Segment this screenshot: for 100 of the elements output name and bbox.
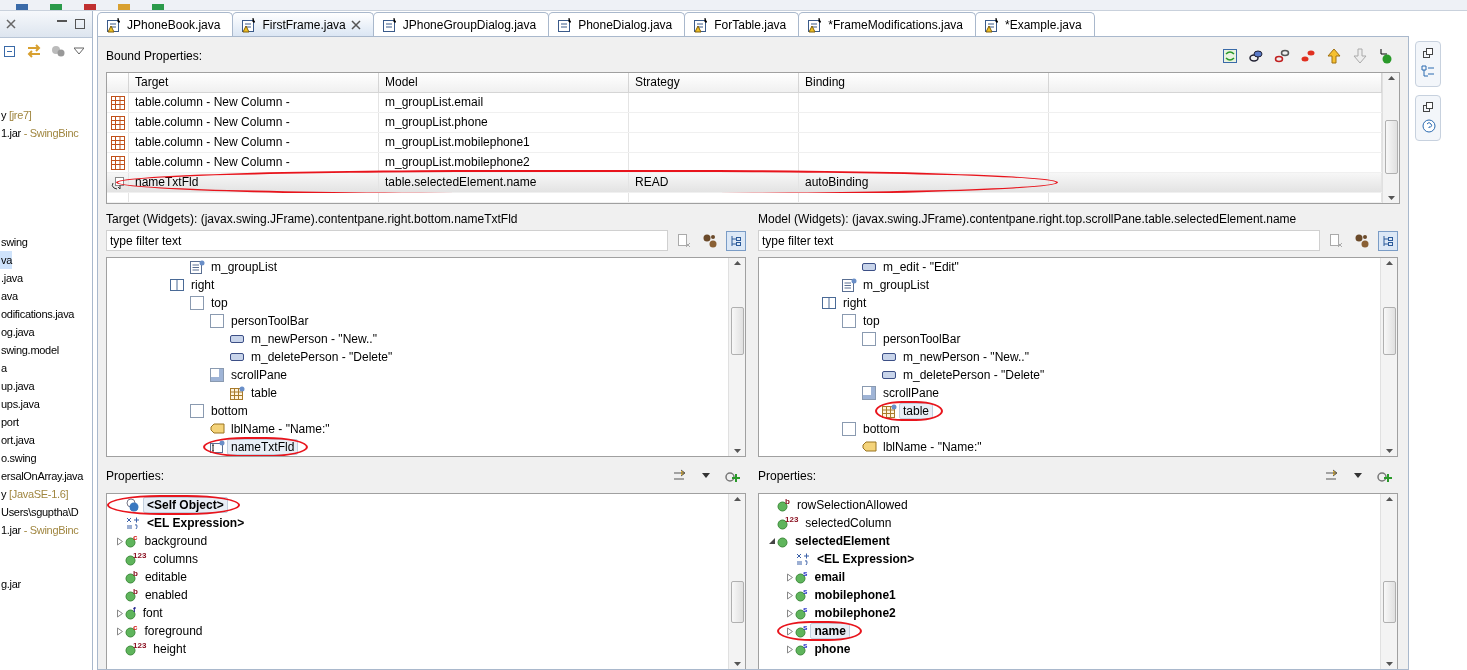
scrollbar[interactable] xyxy=(1380,494,1397,669)
link-arrows-icon[interactable] xyxy=(26,43,42,59)
tree-item[interactable]: 1.jar - SwingBinc xyxy=(0,124,79,142)
table-row[interactable]: table.column - New Column - m_groupList.mobilephone2 xyxy=(107,153,1382,173)
tree-node[interactable]: bottom xyxy=(207,403,252,419)
tree-node[interactable]: table xyxy=(247,385,282,401)
scroll-thumb[interactable] xyxy=(1384,120,1398,174)
table-row[interactable]: table.column - New Column - m_groupList.mobilephone1 xyxy=(107,133,1382,153)
filter-field[interactable]: type filter text xyxy=(106,230,668,251)
help-icon[interactable] xyxy=(1420,118,1436,134)
property-item[interactable]: <EL Expression> xyxy=(813,551,919,567)
tree-node[interactable]: scrollPane xyxy=(879,385,944,401)
tree-node[interactable]: right xyxy=(839,295,871,311)
tree-node[interactable]: right xyxy=(187,277,219,293)
collapse-all-icon[interactable] xyxy=(4,44,18,58)
scroll-thumb[interactable] xyxy=(1382,307,1396,355)
tree-item[interactable]: .java xyxy=(0,269,23,287)
property-item[interactable]: <Self Object> xyxy=(143,497,228,513)
tree-node[interactable]: m_newPerson - "New.." xyxy=(247,331,381,347)
column-header[interactable]: Binding xyxy=(799,73,1049,92)
property-item[interactable]: mobilephone1 xyxy=(810,587,900,603)
property-item[interactable]: mobilephone2 xyxy=(810,605,900,621)
table-row[interactable]: table.column - New Column - m_groupList.phone xyxy=(107,113,1382,133)
tree-item[interactable]: g.jar xyxy=(0,575,21,593)
property-item[interactable]: background xyxy=(140,533,212,549)
tree-item[interactable]: va xyxy=(0,251,13,269)
expand-arrow-icon[interactable] xyxy=(116,536,124,546)
tree-item[interactable]: port xyxy=(0,413,19,431)
outline-icon[interactable] xyxy=(1420,64,1436,80)
tree-item[interactable]: odifications.java xyxy=(0,305,75,323)
editor-tab[interactable]: *FrameModifications.java xyxy=(798,12,976,36)
tree-node[interactable]: lblName - "Name:" xyxy=(227,421,334,437)
tree-node[interactable]: m_edit - "Edit" xyxy=(879,259,963,275)
property-item[interactable]: columns xyxy=(149,551,203,567)
tree-item[interactable]: 1.jar - SwingBinc xyxy=(0,521,79,539)
scroll-down-icon[interactable] xyxy=(733,449,741,453)
table-row[interactable]: nameTxtFld table.selectedElement.name READ autoBinding xyxy=(107,173,1382,193)
tree-item[interactable]: y [jre7] xyxy=(0,106,32,124)
property-item[interactable]: <EL Expression> xyxy=(143,515,249,531)
tree-item[interactable]: og.java xyxy=(0,323,35,341)
tree-item[interactable]: ersalOnArray.java xyxy=(0,467,84,485)
tree-item[interactable]: ava xyxy=(0,287,18,305)
tree-view-button[interactable] xyxy=(726,230,746,251)
property-item[interactable]: selectedElement xyxy=(791,533,894,549)
scroll-up-icon[interactable] xyxy=(733,261,741,265)
scroll-up-icon[interactable] xyxy=(1385,261,1393,265)
scroll-down-icon[interactable] xyxy=(1385,449,1393,453)
tree-item[interactable]: up.java xyxy=(0,377,35,395)
gears-icon[interactable] xyxy=(50,43,66,59)
maximize-icon[interactable] xyxy=(74,18,86,30)
tree-node[interactable]: m_deletePerson - "Delete" xyxy=(247,349,397,365)
property-item[interactable]: email xyxy=(810,569,850,585)
tree-node[interactable]: m_deletePerson - "Delete" xyxy=(899,367,1049,383)
restore-icon[interactable] xyxy=(1423,48,1433,58)
view-menu-icon[interactable] xyxy=(74,47,84,55)
tree-node[interactable]: lblName - "Name:" xyxy=(879,439,986,455)
tree-node[interactable]: m_groupList xyxy=(207,259,282,275)
tree-node[interactable]: nameTxtFld xyxy=(227,439,299,455)
close-icon[interactable] xyxy=(350,19,361,30)
scroll-up-icon[interactable] xyxy=(733,497,741,501)
restore-icon[interactable] xyxy=(1423,102,1433,112)
close-icon[interactable] xyxy=(6,19,16,29)
tree-node[interactable]: personToolBar xyxy=(879,331,965,347)
editor-tab[interactable]: ForTable.java xyxy=(684,12,800,36)
scroll-down-icon[interactable] xyxy=(1385,662,1393,666)
refresh-button[interactable] xyxy=(1220,46,1240,66)
table-row[interactable]: table.column - New Column - m_groupList.email xyxy=(107,93,1382,113)
scrollbar[interactable] xyxy=(1382,73,1399,203)
scroll-down-icon[interactable] xyxy=(733,662,741,666)
editor-tab[interactable]: *Example.java xyxy=(975,12,1095,36)
scrollbar[interactable] xyxy=(1380,258,1397,456)
tree-item[interactable]: ups.java xyxy=(0,395,40,413)
property-item[interactable]: phone xyxy=(810,641,855,657)
column-header[interactable]: Strategy xyxy=(629,73,799,92)
scroll-thumb[interactable] xyxy=(730,581,744,623)
tree-item[interactable]: Users\sguptha\D xyxy=(0,503,79,521)
column-header[interactable]: Target xyxy=(129,73,379,92)
tree-node[interactable]: top xyxy=(859,313,884,329)
property-item[interactable]: selectedColumn xyxy=(801,515,896,531)
tree-view-button[interactable] xyxy=(1378,230,1398,251)
scroll-up-icon[interactable] xyxy=(1385,497,1393,501)
tree-node[interactable]: m_groupList xyxy=(859,277,934,293)
tree-node[interactable]: m_newPerson - "New.." xyxy=(899,349,1033,365)
property-item[interactable]: foreground xyxy=(140,623,207,639)
move-up-button[interactable] xyxy=(1324,46,1344,66)
tree-node[interactable]: top xyxy=(207,295,232,311)
tree-node[interactable]: scrollPane xyxy=(227,367,292,383)
scrollbar[interactable] xyxy=(728,494,745,669)
tree-node[interactable]: table xyxy=(899,403,934,419)
editor-tab[interactable]: JPhoneBook.java xyxy=(97,12,234,36)
scroll-down-icon[interactable] xyxy=(1387,196,1395,200)
scrollbar[interactable] xyxy=(728,258,745,456)
editor-tab[interactable]: FirstFrame.java xyxy=(232,12,374,36)
tree-item[interactable]: a xyxy=(0,359,7,377)
scroll-thumb[interactable] xyxy=(730,307,744,355)
tree-item[interactable]: swing xyxy=(0,233,28,251)
filter-field[interactable]: type filter text xyxy=(758,230,1320,251)
tree-item[interactable]: o.swing xyxy=(0,449,37,467)
property-item[interactable]: enabled xyxy=(140,587,192,603)
property-item[interactable]: name xyxy=(810,623,850,639)
